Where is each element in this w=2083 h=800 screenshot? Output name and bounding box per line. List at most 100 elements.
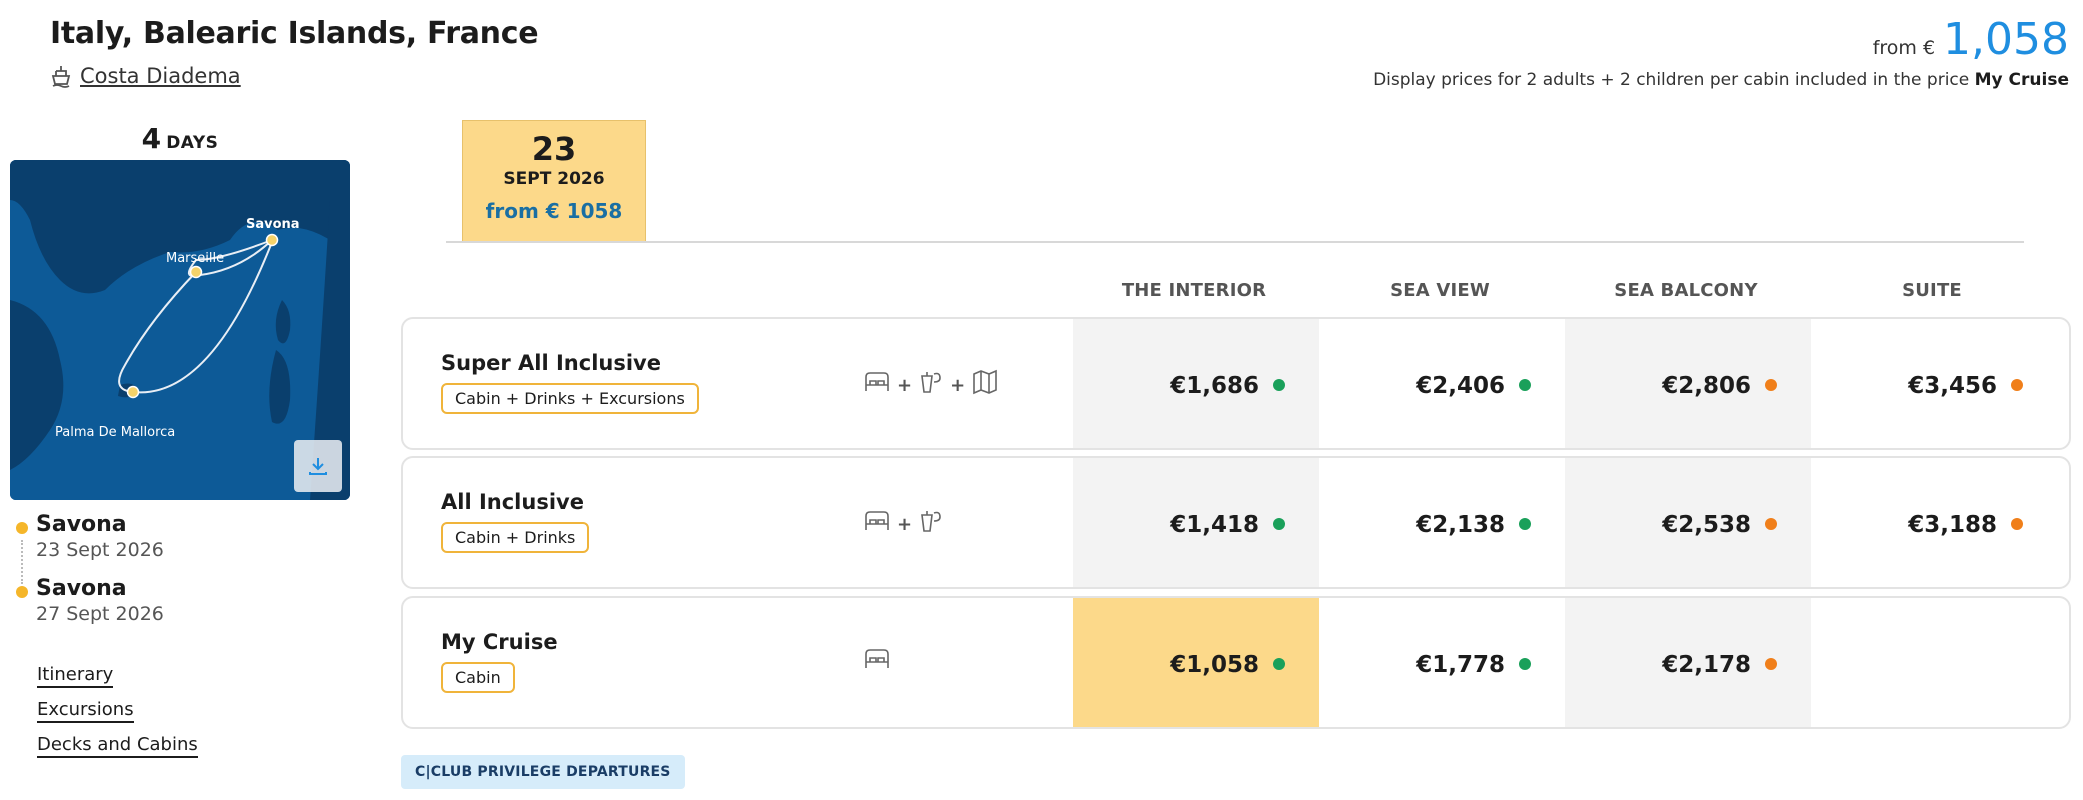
price-cell-interior[interactable]: €1,418: [1073, 458, 1319, 587]
availability-dot: [1765, 658, 1777, 670]
plus-icon: +: [897, 514, 913, 535]
availability-dot: [1273, 658, 1285, 670]
availability-dot: [1519, 658, 1531, 670]
route-map[interactable]: Savona Marseille Palma De Mallorca: [10, 160, 350, 500]
port-name: Savona: [36, 512, 127, 537]
price-value: €1,686: [1170, 372, 1259, 399]
price-value: €2,806: [1662, 372, 1751, 399]
price-cell-sea-view[interactable]: €1,778: [1319, 598, 1565, 727]
savona-marker: [265, 233, 279, 247]
column-header-sea-balcony: SEA BALCONY: [1614, 280, 1758, 301]
price-value: €1,418: [1170, 511, 1259, 538]
package-row-all-inclusive: All Inclusive Cabin + Drinks + €1,418 €2…: [401, 456, 2071, 589]
price-cell-sea-view[interactable]: €2,138: [1319, 458, 1565, 587]
drinks-icon: [921, 371, 941, 393]
package-icons: [863, 646, 891, 672]
duration-unit: DAYS: [166, 133, 219, 153]
price-cell-sea-balcony[interactable]: €2,806: [1565, 319, 1811, 448]
port-list: Savona 23 Sept 2026 Savona 27 Sept 2026: [14, 512, 164, 640]
download-map-button[interactable]: [294, 440, 342, 492]
package-name: Super All Inclusive: [441, 351, 661, 375]
trip-duration: 4 DAYS: [10, 122, 350, 155]
port-item: Savona 27 Sept 2026: [14, 576, 164, 626]
price-value: €3,456: [1908, 372, 1997, 399]
package-tag: Cabin + Drinks: [441, 522, 590, 553]
price-from-value: 1,058: [1943, 14, 2069, 65]
duration-number: 4: [141, 122, 162, 155]
package-info: My Cruise Cabin: [441, 630, 558, 693]
package-info: All Inclusive Cabin + Drinks: [441, 490, 590, 553]
column-header-sea-view: SEA VIEW: [1390, 280, 1490, 301]
availability-dot: [1273, 518, 1285, 530]
price-cell-suite[interactable]: €3,188: [1811, 458, 2057, 587]
package-icons: + +: [863, 367, 999, 396]
port-date: 27 Sept 2026: [36, 603, 164, 625]
departure-price: from € 1058: [485, 199, 623, 223]
price-value: €1,778: [1416, 651, 1505, 678]
excursions-link[interactable]: Excursions: [37, 699, 134, 723]
price-cell-sea-balcony[interactable]: €2,538: [1565, 458, 1811, 587]
download-icon: [309, 458, 327, 475]
port-dot: [16, 522, 28, 534]
departure-day: 23: [531, 130, 577, 168]
excursions-map-icon: [973, 369, 997, 394]
marseille-label: Marseille: [166, 251, 224, 266]
cruise-title: Italy, Balearic Islands, France: [50, 16, 539, 51]
column-header-interior: THE INTERIOR: [1121, 280, 1267, 301]
tab-divider: [446, 241, 2024, 243]
package-icons: +: [863, 506, 944, 535]
availability-dot: [1765, 518, 1777, 530]
port-item: Savona 23 Sept 2026: [14, 512, 164, 562]
plus-icon: +: [950, 375, 966, 396]
decks-and-cabins-link[interactable]: Decks and Cabins: [37, 734, 198, 758]
availability-dot: [1519, 379, 1531, 391]
price-note: Display prices for 2 adults + 2 children…: [1373, 70, 2069, 90]
departure-month: SEPT 2026: [503, 169, 605, 189]
drinks-icon: [921, 510, 941, 532]
savona-label: Savona: [246, 217, 300, 232]
package-tag: Cabin + Drinks + Excursions: [441, 383, 699, 414]
departure-date-tab[interactable]: 23 SEPT 2026 from € 1058: [462, 120, 646, 242]
price-cell-interior[interactable]: €1,686: [1073, 319, 1319, 448]
marseille-marker: [189, 265, 203, 279]
package-row-my-cruise: My Cruise Cabin €1,058 €1,778 €2,178: [401, 596, 2071, 729]
palma-label: Palma De Mallorca: [55, 425, 175, 440]
availability-dot: [2011, 379, 2023, 391]
ship-icon: [51, 66, 71, 88]
availability-dot: [1765, 379, 1777, 391]
price-cell-sea-balcony[interactable]: €2,178: [1565, 598, 1811, 727]
detail-links: Itinerary Excursions Decks and Cabins: [37, 664, 198, 769]
plus-icon: +: [897, 375, 913, 396]
palma-marker: [126, 385, 140, 399]
package-name: All Inclusive: [441, 490, 584, 514]
price-value: €3,188: [1908, 511, 1997, 538]
price-cell-suite[interactable]: €3,456: [1811, 319, 2057, 448]
availability-dot: [2011, 518, 2023, 530]
cabin-icon: [865, 510, 889, 530]
package-info: Super All Inclusive Cabin + Drinks + Exc…: [441, 351, 699, 414]
price-cell-interior-selected[interactable]: €1,058: [1073, 598, 1319, 727]
ship-name[interactable]: Costa Diadema: [80, 64, 241, 88]
price-cell-suite-empty: [1811, 598, 2057, 727]
price-cell-sea-view[interactable]: €2,406: [1319, 319, 1565, 448]
price-summary: from € 1,058: [1873, 14, 2069, 65]
availability-dot: [1273, 379, 1285, 391]
column-header-suite: SUITE: [1902, 280, 1962, 301]
availability-dot: [1519, 518, 1531, 530]
price-value: €2,406: [1416, 372, 1505, 399]
package-tag: Cabin: [441, 662, 515, 693]
price-value: €2,178: [1662, 651, 1751, 678]
price-note-text: Display prices for 2 adults + 2 children…: [1373, 70, 1970, 90]
cclub-privilege-badge: C|CLUB PRIVILEGE DEPARTURES: [401, 755, 685, 789]
port-dot: [16, 586, 28, 598]
price-value: €2,538: [1662, 511, 1751, 538]
ship-link[interactable]: Costa Diadema: [50, 64, 241, 88]
price-value: €1,058: [1170, 651, 1259, 678]
package-name: My Cruise: [441, 630, 558, 654]
price-value: €2,138: [1416, 511, 1505, 538]
cabin-icon: [865, 371, 889, 391]
price-note-package: My Cruise: [1974, 70, 2069, 90]
itinerary-link[interactable]: Itinerary: [37, 664, 114, 688]
price-from-label: from €: [1872, 37, 1936, 59]
package-row-super-all-inclusive: Super All Inclusive Cabin + Drinks + Exc…: [401, 317, 2071, 450]
